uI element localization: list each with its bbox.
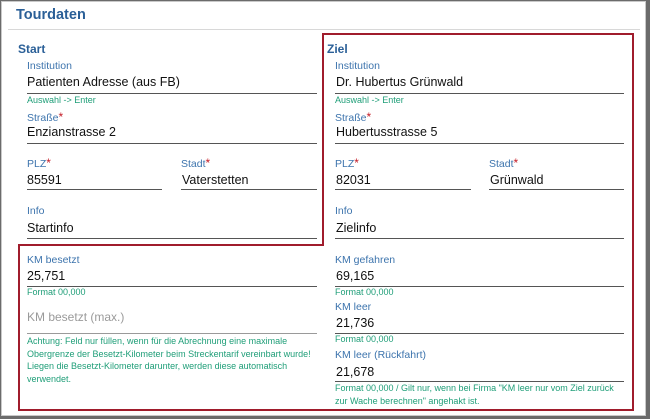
highlight-outline: [322, 33, 324, 246]
start-institution-label: Institution: [27, 60, 72, 72]
ziel-institution-hint: Auswahl -> Enter: [335, 95, 404, 105]
required-asterisk: *: [46, 156, 51, 170]
title-divider: [8, 29, 640, 30]
start-street-underline: [27, 143, 317, 144]
ziel-street-input[interactable]: Hubertusstrasse 5: [336, 125, 437, 139]
km-besetzt-max-underline: [27, 333, 317, 334]
start-institution-underline: [27, 93, 317, 94]
start-city-label: Stadt*: [181, 156, 211, 170]
ziel-info-label: Info: [335, 205, 353, 217]
ziel-heading: Ziel: [327, 42, 348, 56]
start-plz-label: PLZ*: [27, 156, 51, 170]
start-plz-input[interactable]: 85591: [27, 173, 62, 187]
start-street-label: Straße*: [27, 110, 64, 124]
km-besetzt-label: KM besetzt: [27, 254, 80, 266]
start-info-input[interactable]: Startinfo: [27, 221, 74, 235]
start-institution-input[interactable]: Patienten Adresse (aus FB): [27, 75, 180, 89]
required-asterisk: *: [366, 110, 372, 124]
km-leer-hint: Format 00,000: [335, 334, 394, 344]
start-city-input[interactable]: Vaterstetten: [182, 173, 248, 187]
ziel-institution-underline: [335, 93, 624, 94]
km-besetzt-max-note: Achtung: Feld nur füllen, wenn für die A…: [27, 336, 311, 384]
start-info-underline: [27, 238, 317, 239]
ziel-plz-input[interactable]: 82031: [336, 173, 371, 187]
ziel-street-label: Straße*: [335, 110, 372, 124]
km-besetzt-input[interactable]: 25,751: [27, 269, 65, 283]
highlight-outline: [632, 33, 634, 411]
ziel-plz-label: PLZ*: [335, 156, 359, 170]
tourdaten-panel: Tourdaten Start Institution Patienten Ad…: [1, 1, 646, 416]
start-city-underline: [181, 189, 317, 190]
ziel-institution-input[interactable]: Dr. Hubertus Grünwald: [336, 75, 463, 89]
km-leer-input[interactable]: 21,736: [336, 316, 374, 330]
km-leer-rueck-hint: Format 00,000 / Gilt nur, wenn bei Firma…: [335, 383, 614, 406]
required-asterisk: *: [205, 156, 211, 170]
highlight-outline: [18, 409, 634, 411]
km-gefahren-hint: Format 00,000: [335, 287, 394, 297]
start-info-label: Info: [27, 205, 45, 217]
ziel-info-input[interactable]: Zielinfo: [336, 221, 376, 235]
highlight-outline: [322, 33, 634, 35]
start-heading: Start: [18, 42, 46, 56]
ziel-info-underline: [335, 238, 624, 239]
page-title: Tourdaten: [16, 7, 86, 23]
km-leer-rueck-input[interactable]: 21,678: [336, 365, 374, 379]
required-asterisk: *: [354, 156, 359, 170]
km-besetzt-max-input[interactable]: KM besetzt (max.): [27, 310, 124, 324]
km-gefahren-label: KM gefahren: [335, 254, 396, 266]
km-leer-label: KM leer: [335, 301, 372, 313]
required-asterisk: *: [513, 156, 519, 170]
km-besetzt-hint: Format 00,000: [27, 287, 86, 297]
km-leer-rueck-label: KM leer (Rückfahrt): [335, 349, 427, 361]
start-institution-hint: Auswahl -> Enter: [27, 95, 96, 105]
ziel-plz-underline: [335, 189, 471, 190]
start-street-input[interactable]: Enzianstrasse 2: [27, 125, 116, 139]
km-gefahren-input[interactable]: 69,165: [336, 269, 374, 283]
required-asterisk: *: [58, 110, 64, 124]
ziel-institution-label: Institution: [335, 60, 380, 72]
start-plz-underline: [27, 189, 162, 190]
highlight-outline: [18, 244, 20, 411]
ziel-street-underline: [335, 143, 624, 144]
ziel-city-underline: [489, 189, 624, 190]
ziel-city-label: Stadt*: [489, 156, 519, 170]
highlight-outline: [18, 244, 324, 246]
ziel-city-input[interactable]: Grünwald: [490, 173, 544, 187]
